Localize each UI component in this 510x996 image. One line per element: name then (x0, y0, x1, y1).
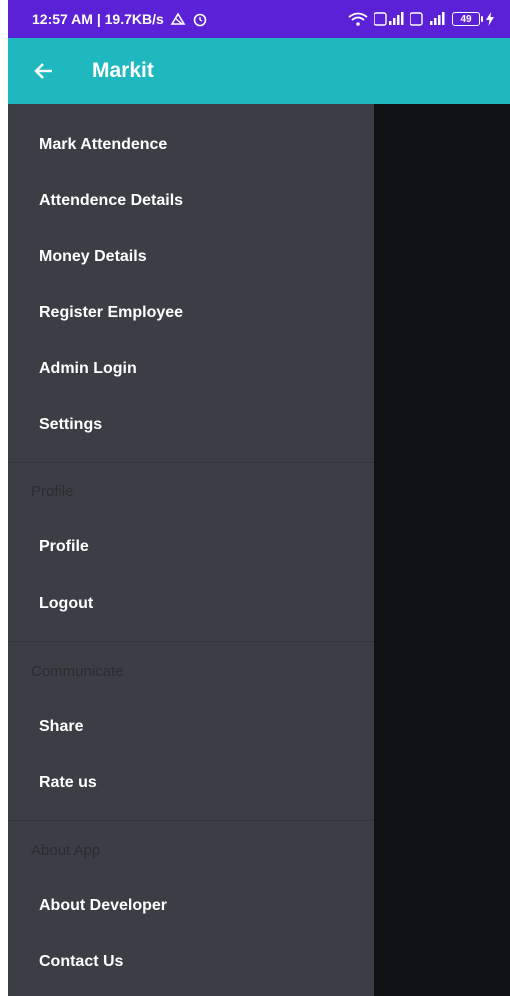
charging-icon (486, 12, 494, 26)
battery-icon: 49 (452, 12, 483, 26)
signal-4g-icon (410, 12, 446, 26)
app-toolbar: Markit (8, 38, 510, 104)
drawer-scrim[interactable] (374, 104, 510, 996)
drawer-item-about-developer[interactable]: About Developer (8, 878, 374, 934)
section-header-profile: Profile (31, 482, 74, 500)
drawer-item-logout[interactable]: Logout (8, 576, 374, 632)
status-bar: 12:57 AM | 19.7KB/s 49 (8, 0, 510, 38)
data-saver-icon (170, 12, 186, 26)
drawer-item-mark-attendence[interactable]: Mark Attendence (8, 117, 374, 173)
drawer-divider (8, 820, 374, 821)
wifi-icon (348, 12, 368, 26)
drawer-item-rate-us[interactable]: Rate us (8, 755, 374, 811)
drawer-divider (8, 641, 374, 642)
status-left: 12:57 AM | 19.7KB/s (32, 11, 208, 27)
drawer-item-money-details[interactable]: Money Details (8, 229, 374, 285)
drawer-item-admin-login[interactable]: Admin Login (8, 341, 374, 397)
section-header-communicate: Communicate (31, 662, 124, 680)
drawer-item-share[interactable]: Share (8, 699, 374, 755)
navigation-drawer: Mark Attendence Attendence Details Money… (8, 104, 374, 996)
app-title: Markit (92, 59, 154, 82)
status-time-speed: 12:57 AM | 19.7KB/s (32, 11, 164, 27)
drawer-item-register-employee[interactable]: Register Employee (8, 285, 374, 341)
alarm-icon (192, 11, 208, 27)
back-arrow-icon[interactable] (32, 59, 56, 83)
drawer-item-attendence-details[interactable]: Attendence Details (8, 173, 374, 229)
drawer-item-settings[interactable]: Settings (8, 397, 374, 453)
drawer-item-contact-us[interactable]: Contact Us (8, 934, 374, 990)
section-header-about-app: About App (31, 841, 101, 859)
status-right: 49 (348, 12, 494, 26)
app-frame: 12:57 AM | 19.7KB/s 49 Markit Mark Atten… (8, 0, 510, 996)
volte-signal-icon (374, 12, 404, 26)
battery-level: 49 (460, 13, 472, 25)
drawer-item-profile[interactable]: Profile (8, 519, 374, 575)
